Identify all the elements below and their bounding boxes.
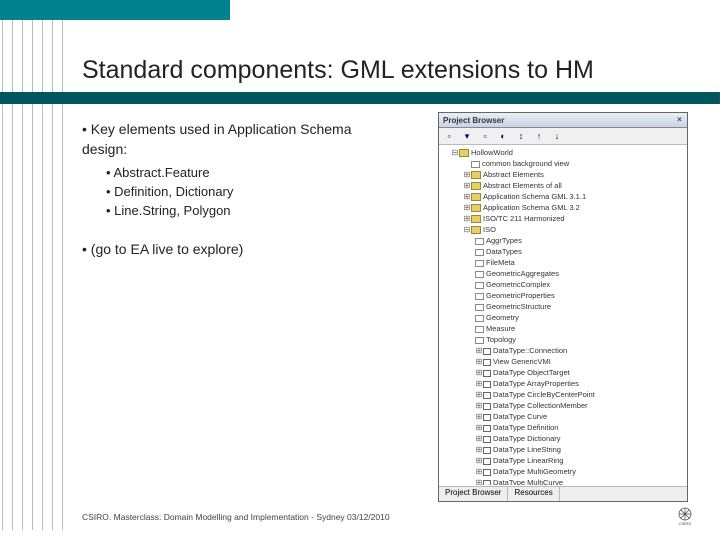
sub-linestring-polygon: Line.String, Polygon — [106, 203, 382, 218]
tree-row[interactable]: ⊞DataType LinearRing — [441, 455, 685, 466]
project-browser-tabstrip: Project Browser Resources — [439, 486, 687, 501]
bullet-key-elements: Key elements used in Application Schema … — [82, 120, 382, 159]
top-stripe — [0, 0, 230, 20]
footer-text: CSIRO. Masterclass: Domain Modelling and… — [82, 512, 390, 522]
tree-row[interactable]: Geometry — [441, 312, 685, 323]
tool-more-icon[interactable]: ▫ — [479, 130, 491, 142]
tree-row[interactable]: ⊞DataType::Connection — [441, 345, 685, 356]
tool-new-icon[interactable]: ▫ — [443, 130, 455, 142]
csiro-logo: CSIRO — [672, 506, 698, 526]
tree-row[interactable]: ⊞DataType Curve — [441, 411, 685, 422]
close-icon[interactable]: × — [674, 114, 685, 125]
project-browser-toolbar: ▫ ▾ ▫ ◐ ↕ ↑ ↓ — [439, 128, 687, 145]
bullet-goto-ea: (go to EA live to explore) — [82, 240, 382, 260]
tree-row[interactable]: ⊞View GenericVMI — [441, 356, 685, 367]
tab-resources[interactable]: Resources — [508, 487, 559, 501]
tool-refresh-icon[interactable]: ◐ — [497, 130, 509, 142]
tool-up-icon[interactable]: ↑ — [533, 130, 545, 142]
tree-row[interactable]: DataTypes — [441, 246, 685, 257]
tree-row[interactable]: ⊞Application Schema GML 3.1.1 — [441, 191, 685, 202]
title-underline — [0, 92, 720, 104]
svg-text:CSIRO: CSIRO — [679, 521, 692, 526]
project-browser-title: Project Browser — [443, 116, 504, 125]
tree-row[interactable]: common background view — [441, 158, 685, 169]
project-browser-panel: Project Browser × ▫ ▾ ▫ ◐ ↕ ↑ ↓ ⊟HollowW… — [438, 112, 688, 502]
tree-row[interactable]: ⊞Abstract Elements of all — [441, 180, 685, 191]
tree-row[interactable]: AggrTypes — [441, 235, 685, 246]
tree-row[interactable]: ⊞DataType Dictionary — [441, 433, 685, 444]
project-browser-titlebar: Project Browser × — [439, 113, 687, 128]
tool-down-icon[interactable]: ↓ — [551, 130, 563, 142]
sub-definition-dictionary: Definition, Dictionary — [106, 184, 382, 199]
tree-row[interactable]: ⊞Application Schema GML 3.2 — [441, 202, 685, 213]
tab-project-browser[interactable]: Project Browser — [439, 487, 508, 501]
tree-row[interactable]: ⊞DataType CircleByCenterPoint — [441, 389, 685, 400]
tree-row[interactable]: ⊟HollowWorld — [441, 147, 685, 158]
tool-nav-icon[interactable]: ↕ — [515, 130, 527, 142]
tree-row[interactable]: ⊞ISO/TC 211 Harmonized — [441, 213, 685, 224]
tree-row[interactable]: GeometricProperties — [441, 290, 685, 301]
tree-row[interactable]: ⊞DataType Definition — [441, 422, 685, 433]
project-browser-tree[interactable]: ⊟HollowWorld common background view ⊞Abs… — [439, 145, 687, 485]
tree-row[interactable]: Topology — [441, 334, 685, 345]
tree-row[interactable]: ⊞DataType ObjectTarget — [441, 367, 685, 378]
slide-title: Standard components: GML extensions to H… — [82, 56, 594, 85]
tree-row[interactable]: GeometricStructure — [441, 301, 685, 312]
tree-row[interactable]: ⊞DataType LineString — [441, 444, 685, 455]
tree-row[interactable]: ⊟ISO — [441, 224, 685, 235]
tree-row[interactable]: FileMeta — [441, 257, 685, 268]
tree-row[interactable]: GeometricAggregates — [441, 268, 685, 279]
tree-row[interactable]: ⊞DataType CollectionMember — [441, 400, 685, 411]
tool-dropdown-icon[interactable]: ▾ — [461, 130, 473, 142]
tree-row[interactable]: ⊞DataType MultiCurve — [441, 477, 685, 485]
content-area: Key elements used in Application Schema … — [82, 120, 382, 266]
tree-row[interactable]: ⊞DataType ArrayProperties — [441, 378, 685, 389]
tree-row[interactable]: GeometricComplex — [441, 279, 685, 290]
tree-row[interactable]: ⊞Abstract Elements — [441, 169, 685, 180]
tree-row[interactable]: ⊞DataType MultiGeometry — [441, 466, 685, 477]
tree-row[interactable]: Measure — [441, 323, 685, 334]
sub-abstract-feature: Abstract.Feature — [106, 165, 382, 180]
